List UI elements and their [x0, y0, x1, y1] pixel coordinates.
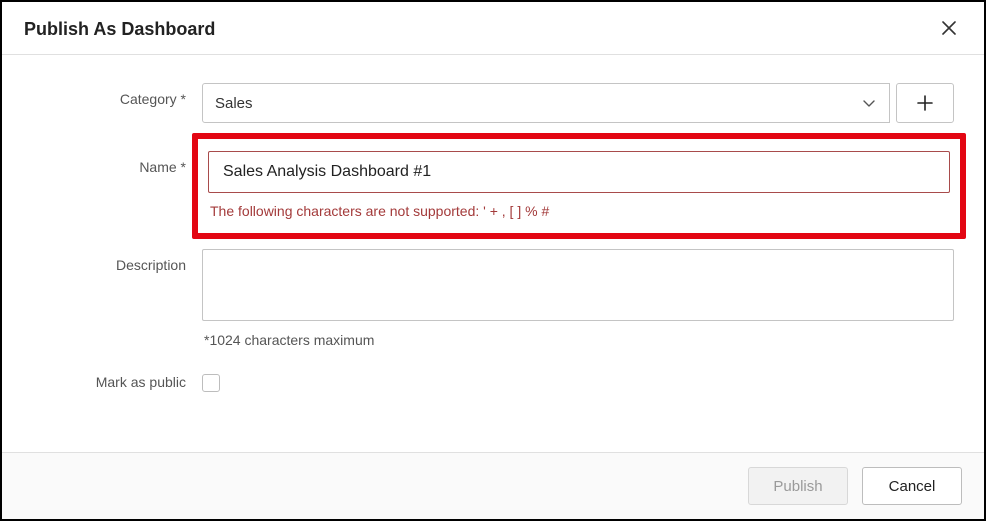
add-category-button[interactable]: [896, 83, 954, 123]
plus-icon: [916, 94, 934, 112]
description-label: Description: [32, 249, 202, 273]
chevron-down-icon: [861, 95, 877, 111]
publish-button[interactable]: Publish: [748, 467, 848, 505]
name-error-text: The following characters are not support…: [208, 203, 950, 219]
category-value: Sales: [215, 95, 253, 112]
category-select[interactable]: Sales: [202, 83, 890, 123]
publish-dashboard-dialog: Publish As Dashboard Category * Sales: [0, 0, 986, 521]
name-label: Name *: [32, 133, 202, 175]
dialog-body: Category * Sales: [2, 55, 984, 452]
public-label: Mark as public: [32, 372, 202, 390]
dialog-title: Publish As Dashboard: [24, 19, 215, 40]
name-row: Name * The following characters are not …: [32, 133, 954, 239]
name-error-highlight: The following characters are not support…: [192, 133, 966, 239]
close-icon: [942, 19, 956, 39]
dialog-footer: Publish Cancel: [2, 452, 984, 519]
description-input[interactable]: [202, 249, 954, 321]
dialog-header: Publish As Dashboard: [2, 2, 984, 55]
category-row: Category * Sales: [32, 83, 954, 123]
cancel-button[interactable]: Cancel: [862, 467, 962, 505]
name-input[interactable]: [208, 151, 950, 193]
category-label: Category *: [32, 83, 202, 107]
public-checkbox[interactable]: [202, 374, 220, 392]
description-hint: *1024 characters maximum: [202, 332, 954, 348]
description-row: Description *1024 characters maximum: [32, 249, 954, 348]
public-row: Mark as public: [32, 372, 954, 395]
close-button[interactable]: [936, 16, 962, 42]
